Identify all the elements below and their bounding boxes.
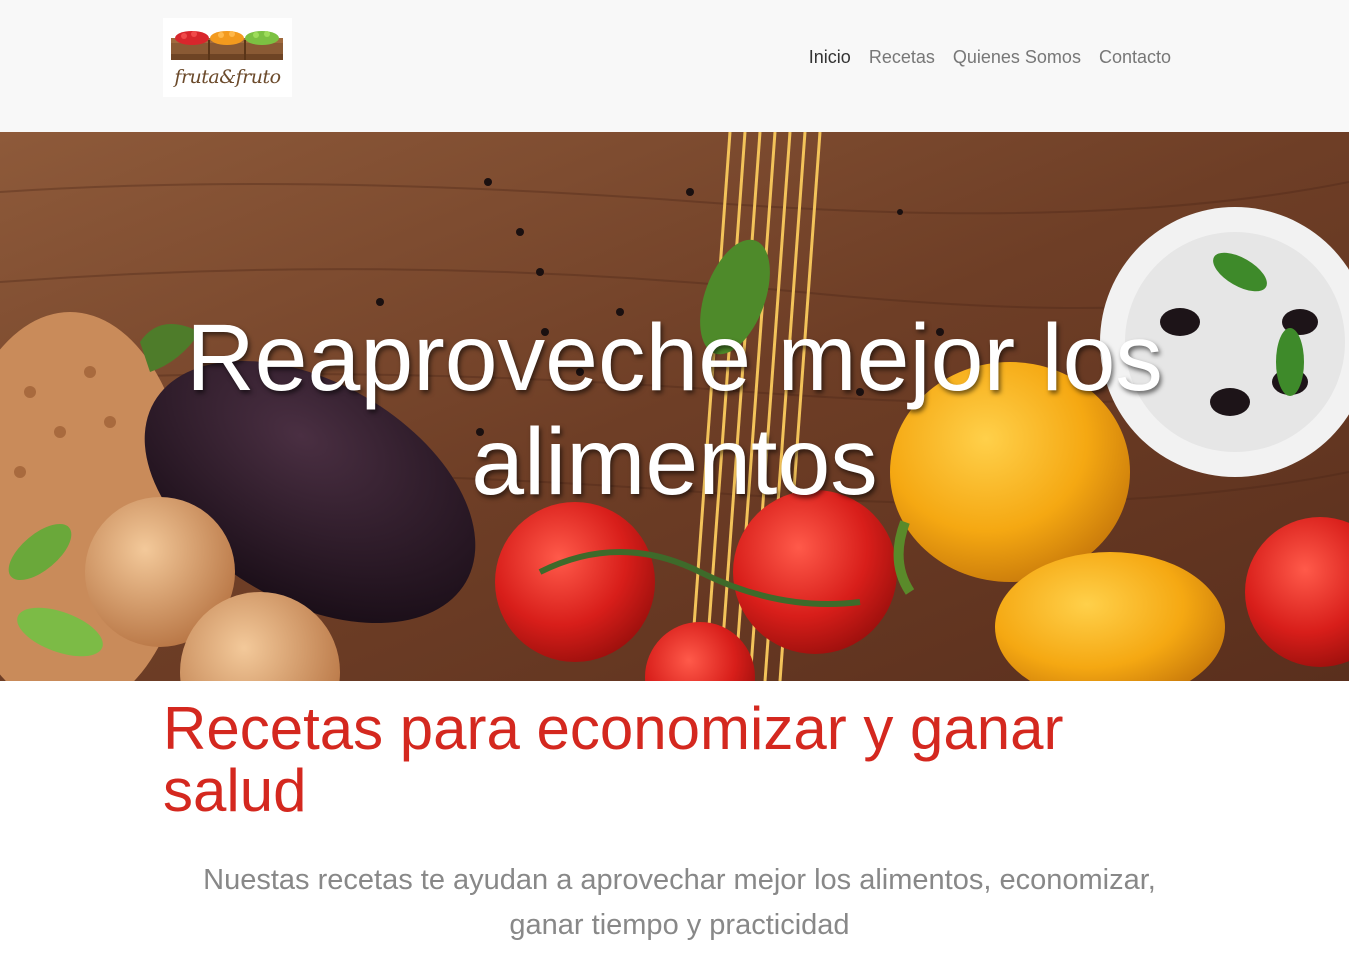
brand-logo[interactable]: fruta&fruto <box>163 18 292 97</box>
top-navbar: fruta&fruto Inicio Recetas Quienes Somos… <box>0 0 1349 132</box>
nav-item-recetas: Recetas <box>860 45 944 69</box>
section-heading: Recetas para economizar y ganar salud <box>163 695 1064 824</box>
hero-banner: Reaproveche mejor los alimentos <box>0 132 1349 681</box>
nav-item-inicio: Inicio <box>800 45 860 69</box>
nav-item-contacto: Contacto <box>1090 45 1180 69</box>
nav-link-recetas[interactable]: Recetas <box>860 45 944 69</box>
lead-paragraph: Nuestas recetas te ayudan a aprovechar m… <box>203 864 1156 941</box>
nav-item-quienes-somos: Quienes Somos <box>944 45 1090 69</box>
nav-link-quienes-somos[interactable]: Quienes Somos <box>944 45 1090 69</box>
hero-title: Reaproveche mejor los alimentos <box>186 305 1163 515</box>
nav-link-contacto[interactable]: Contacto <box>1090 45 1180 69</box>
brand-name: fruta&fruto <box>174 66 281 88</box>
main-nav: Inicio Recetas Quienes Somos Contacto <box>800 45 1180 69</box>
nav-link-inicio[interactable]: Inicio <box>800 45 860 69</box>
